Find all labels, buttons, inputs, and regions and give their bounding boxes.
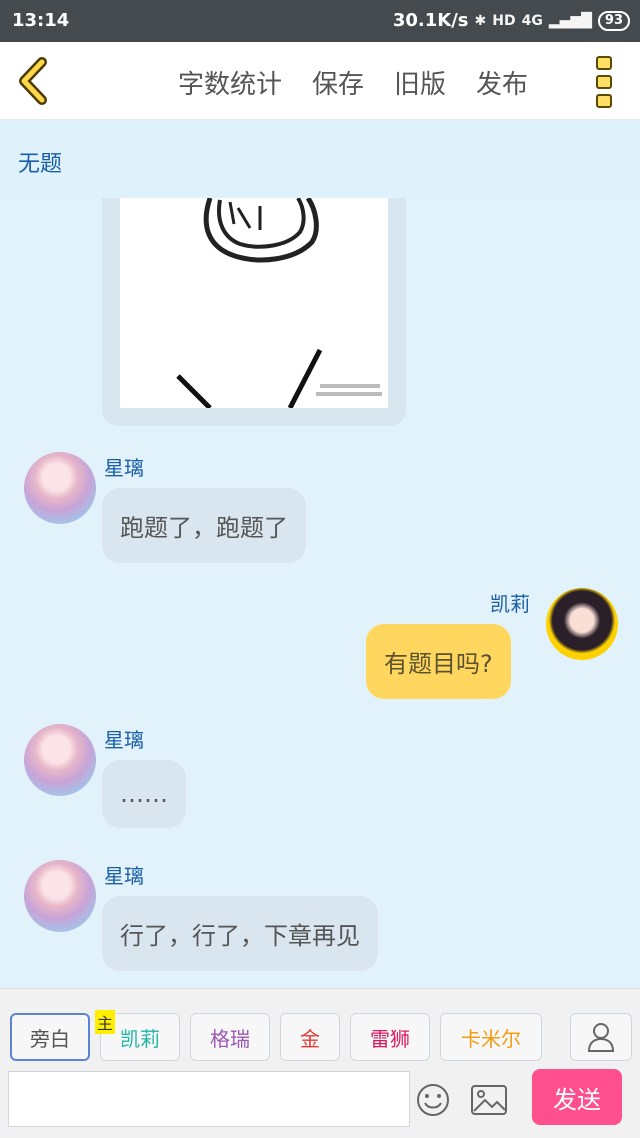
- avatar[interactable]: [24, 452, 96, 524]
- story-title-bar[interactable]: 无题: [0, 120, 640, 198]
- bluetooth-icon: ✱: [474, 12, 487, 29]
- message-bubble[interactable]: 有题目吗?: [366, 624, 511, 699]
- message-input[interactable]: [8, 1071, 410, 1127]
- add-character-button[interactable]: [570, 1013, 632, 1061]
- character-label: 凯莉: [120, 1026, 160, 1051]
- main-character-badge: 主: [95, 1010, 116, 1034]
- character-label: 金: [300, 1026, 320, 1051]
- old-version-button[interactable]: 旧版: [394, 64, 446, 101]
- emoji-icon[interactable]: [416, 1083, 450, 1117]
- status-bar: 13:14 30.1K/s ✱ HD 4G ▂▄▆█ 93: [0, 0, 640, 42]
- character-chip-gerui[interactable]: 格瑞: [190, 1013, 270, 1061]
- back-icon[interactable]: [14, 56, 54, 106]
- signal-icon: ▂▄▆█: [548, 12, 592, 29]
- message-bubble[interactable]: 行了，行了，下章再见: [102, 896, 378, 971]
- avatar[interactable]: [24, 724, 96, 796]
- sender-name: 星璃: [104, 864, 144, 888]
- story-title: 无题: [18, 152, 63, 177]
- avatar[interactable]: [24, 860, 96, 932]
- send-button[interactable]: 发送: [532, 1069, 622, 1125]
- character-chip-narrator[interactable]: 旁白: [10, 1013, 90, 1061]
- character-label: 格瑞: [210, 1026, 250, 1051]
- image-icon[interactable]: [470, 1083, 508, 1117]
- avatar[interactable]: [546, 588, 618, 660]
- top-toolbar: 字数统计 保存 旧版 发布: [0, 42, 640, 120]
- character-label: 雷狮: [370, 1026, 410, 1051]
- network-type: 4G: [521, 12, 543, 29]
- status-time: 13:14: [12, 10, 70, 31]
- input-panel: 旁白 主 凯莉 格瑞 金 雷狮 卡米尔 发送: [0, 988, 640, 1138]
- character-chip-leishi[interactable]: 雷狮: [350, 1013, 430, 1061]
- message-bubble[interactable]: 跑题了，跑题了: [102, 488, 306, 563]
- save-button[interactable]: 保存: [312, 64, 364, 101]
- sketch-image: [176, 198, 382, 408]
- sender-name: 星璃: [104, 456, 144, 480]
- toolbar-menu: 字数统计 保存 旧版 发布: [178, 64, 528, 101]
- battery-indicator: 93: [597, 10, 630, 31]
- sender-name: 凯莉: [490, 592, 530, 616]
- chat-area[interactable]: 星璃 跑题了，跑题了 凯莉 有题目吗? 星璃 …… 星璃 行了，行了，下章再见: [0, 198, 640, 988]
- character-selector: 旁白 主 凯莉 格瑞 金 雷狮 卡米尔: [10, 1010, 542, 1061]
- image-message[interactable]: [102, 198, 406, 426]
- sender-name: 星璃: [104, 728, 144, 752]
- message-bubble[interactable]: ……: [102, 760, 186, 828]
- character-label: 旁白: [30, 1026, 70, 1051]
- character-chip-kaili[interactable]: 主 凯莉: [95, 1010, 180, 1061]
- publish-button[interactable]: 发布: [476, 64, 528, 101]
- character-label: 卡米尔: [461, 1026, 521, 1051]
- more-menu-icon[interactable]: [596, 56, 614, 108]
- person-icon: [587, 1023, 615, 1052]
- word-count-button[interactable]: 字数统计: [178, 64, 282, 101]
- hd-icon: HD: [492, 12, 516, 29]
- character-chip-kamier[interactable]: 卡米尔: [440, 1013, 542, 1061]
- network-speed: 30.1K/s: [392, 10, 469, 31]
- character-chip-jin[interactable]: 金: [280, 1013, 340, 1061]
